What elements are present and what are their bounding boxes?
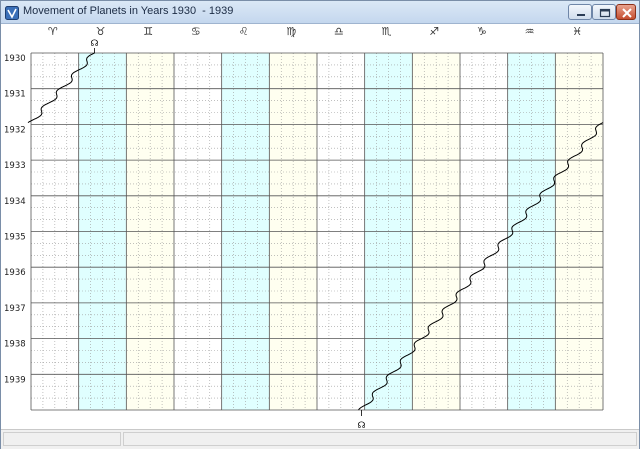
planet-movement-chart: ♈ ♉ ♊ ♋ ♌ ♍ ♎ ♏ ♐ ♑ ♒ ♓ 1930 1931 1932 1933 1934 1935 1936…: [4, 25, 604, 431]
year-tick-label: 1931: [4, 90, 26, 100]
planet-end-label: ☊: [357, 421, 365, 428]
status-pane-right: [123, 432, 637, 446]
year-tick-label: 1936: [4, 268, 26, 278]
zodiac-tick-label: ♉: [96, 25, 106, 38]
close-icon: [622, 8, 632, 18]
year-tick-label: 1930: [4, 54, 26, 64]
maximize-button[interactable]: [592, 4, 616, 20]
minimize-icon: [577, 14, 585, 16]
zodiac-tick-label: ♋: [191, 25, 201, 38]
app-icon: [5, 5, 19, 20]
year-tick-label: 1934: [4, 197, 26, 207]
chart-panel: ♈ ♉ ♊ ♋ ♌ ♍ ♎ ♏ ♐ ♑ ♒ ♓ 1930 1931 1932 1933 1934 1935 1936…: [1, 24, 639, 431]
app-window: Movement of Planets in Years 1930 - 1939…: [0, 0, 640, 449]
year-tick-label: 1939: [4, 375, 26, 385]
zodiac-tick-label: ♐: [429, 25, 439, 38]
year-tick-label: 1933: [4, 161, 26, 171]
close-button[interactable]: [616, 4, 636, 20]
zodiac-tick-label: ♒: [525, 25, 535, 38]
zodiac-tick-label: ♑: [477, 25, 487, 38]
title-bar[interactable]: Movement of Planets in Years 1930 - 1939: [1, 1, 639, 24]
window-title: Movement of Planets in Years 1930 - 1939: [23, 5, 234, 17]
zodiac-tick-label: ♓: [572, 25, 582, 38]
year-tick-label: 1935: [4, 233, 26, 243]
status-pane-left: [3, 432, 121, 446]
zodiac-tick-label: ♌: [239, 25, 249, 38]
year-tick-label: 1938: [4, 340, 26, 350]
minimize-button[interactable]: [568, 4, 592, 20]
zodiac-tick-label: ♈: [48, 25, 58, 38]
zodiac-tick-label: ♍: [286, 25, 296, 38]
zodiac-tick-label: ♎: [334, 25, 344, 38]
zodiac-tick-label: ♏: [382, 25, 392, 38]
status-bar: [1, 429, 639, 449]
zodiac-tick-label: ♊: [143, 25, 153, 38]
year-tick-label: 1932: [4, 125, 26, 135]
year-tick-label: 1937: [4, 304, 26, 314]
planet-start-label: ☊: [91, 39, 99, 49]
